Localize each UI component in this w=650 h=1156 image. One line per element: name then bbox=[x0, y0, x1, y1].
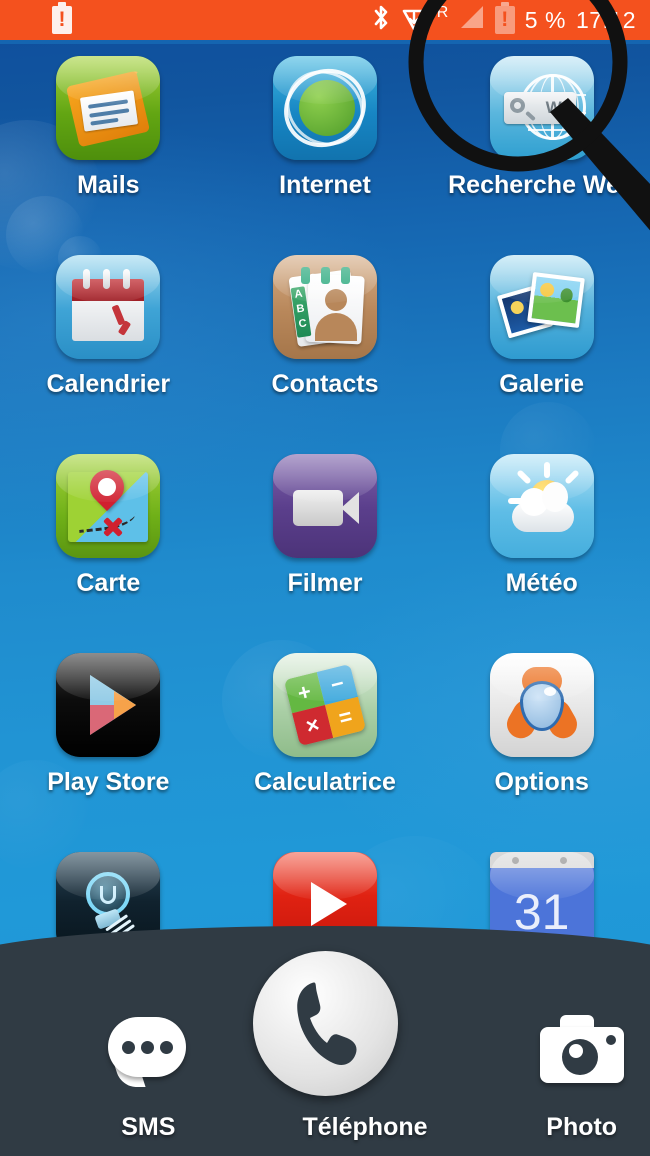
app-filmer[interactable]: Filmer bbox=[217, 442, 434, 641]
weather-icon bbox=[489, 454, 594, 558]
app-options[interactable]: Options bbox=[433, 641, 650, 840]
battery-warning-icon: ! bbox=[52, 2, 72, 34]
dock-item-photo[interactable]: Photo bbox=[473, 960, 650, 1156]
play-store-icon bbox=[56, 653, 161, 757]
options-icon bbox=[489, 653, 594, 757]
app-label: Internet bbox=[279, 171, 371, 199]
clock-label: 17:12 bbox=[575, 7, 636, 33]
status-bar: ! R ! 5 % 17:12 bbox=[0, 0, 650, 44]
gallery-icon bbox=[489, 255, 594, 359]
dock-item-sms[interactable]: SMS bbox=[40, 960, 257, 1156]
app-label: Mails bbox=[77, 171, 140, 199]
app-recherche-web[interactable]: W Recherche Web bbox=[433, 44, 650, 243]
app-row: Carte Filmer Météo bbox=[0, 442, 650, 641]
app-play-store[interactable]: Play Store bbox=[0, 641, 217, 840]
calendar-icon bbox=[56, 255, 161, 359]
app-row: Calendrier ABC Contacts Galerie bbox=[0, 243, 650, 442]
dock-label: SMS bbox=[121, 1113, 176, 1141]
app-label: Filmer bbox=[287, 569, 363, 597]
wifi-download-icon bbox=[401, 3, 427, 38]
app-label: Calculatrice bbox=[254, 768, 396, 796]
app-calendrier[interactable]: Calendrier bbox=[0, 243, 217, 442]
app-calculatrice[interactable]: + − × = Calculatrice bbox=[217, 641, 434, 840]
abc-letter: B bbox=[295, 302, 306, 316]
web-search-icon: W bbox=[489, 56, 594, 160]
abc-letter: C bbox=[297, 317, 308, 331]
contacts-icon: ABC bbox=[273, 255, 377, 359]
app-contacts[interactable]: ABC Contacts bbox=[217, 243, 434, 442]
battery-low-icon: ! bbox=[494, 2, 515, 34]
app-internet[interactable]: Internet bbox=[217, 44, 434, 243]
app-row: Play Store + − × = Calculatrice Options bbox=[0, 641, 650, 840]
camcorder-icon bbox=[273, 454, 377, 558]
app-label: Carte bbox=[76, 569, 141, 597]
camera-icon bbox=[534, 1001, 630, 1097]
app-label: Météo bbox=[505, 569, 578, 597]
phone-handset-icon[interactable] bbox=[253, 951, 398, 1096]
app-label: Contacts bbox=[271, 370, 379, 398]
calc-key: = bbox=[325, 696, 367, 738]
app-label: Options bbox=[494, 768, 589, 796]
handset-glyph bbox=[289, 977, 363, 1069]
app-carte[interactable]: Carte bbox=[0, 442, 217, 641]
sms-bubble-icon bbox=[100, 1001, 196, 1097]
app-grid: Mails Internet W Recherche Web Calendrie… bbox=[0, 44, 650, 1039]
roaming-icon: R bbox=[436, 4, 449, 21]
app-meteo[interactable]: Météo bbox=[433, 442, 650, 641]
battery-percent-label: 5 % bbox=[524, 7, 566, 33]
app-galerie[interactable]: Galerie bbox=[433, 243, 650, 442]
app-label: Recherche Web bbox=[448, 171, 636, 199]
app-mails[interactable]: Mails bbox=[0, 44, 217, 243]
app-row: Mails Internet W Recherche Web bbox=[0, 44, 650, 243]
dock-label: Photo bbox=[546, 1113, 618, 1141]
bluetooth-icon bbox=[371, 3, 391, 38]
map-icon bbox=[56, 454, 161, 558]
app-label: Galerie bbox=[499, 370, 585, 398]
abc-letter: A bbox=[293, 287, 304, 301]
dock-label: Téléphone bbox=[302, 1113, 428, 1141]
app-label: Play Store bbox=[47, 768, 170, 796]
app-label: Calendrier bbox=[46, 370, 171, 398]
mails-icon bbox=[56, 56, 161, 160]
phone-home-screen: ! R ! 5 % 17:12 Mails Internet W Recherc… bbox=[0, 0, 650, 1156]
signal-bars-icon bbox=[459, 3, 485, 38]
internet-icon bbox=[273, 56, 377, 160]
calculator-icon: + − × = bbox=[273, 653, 377, 757]
search-box-text: W bbox=[545, 98, 562, 117]
